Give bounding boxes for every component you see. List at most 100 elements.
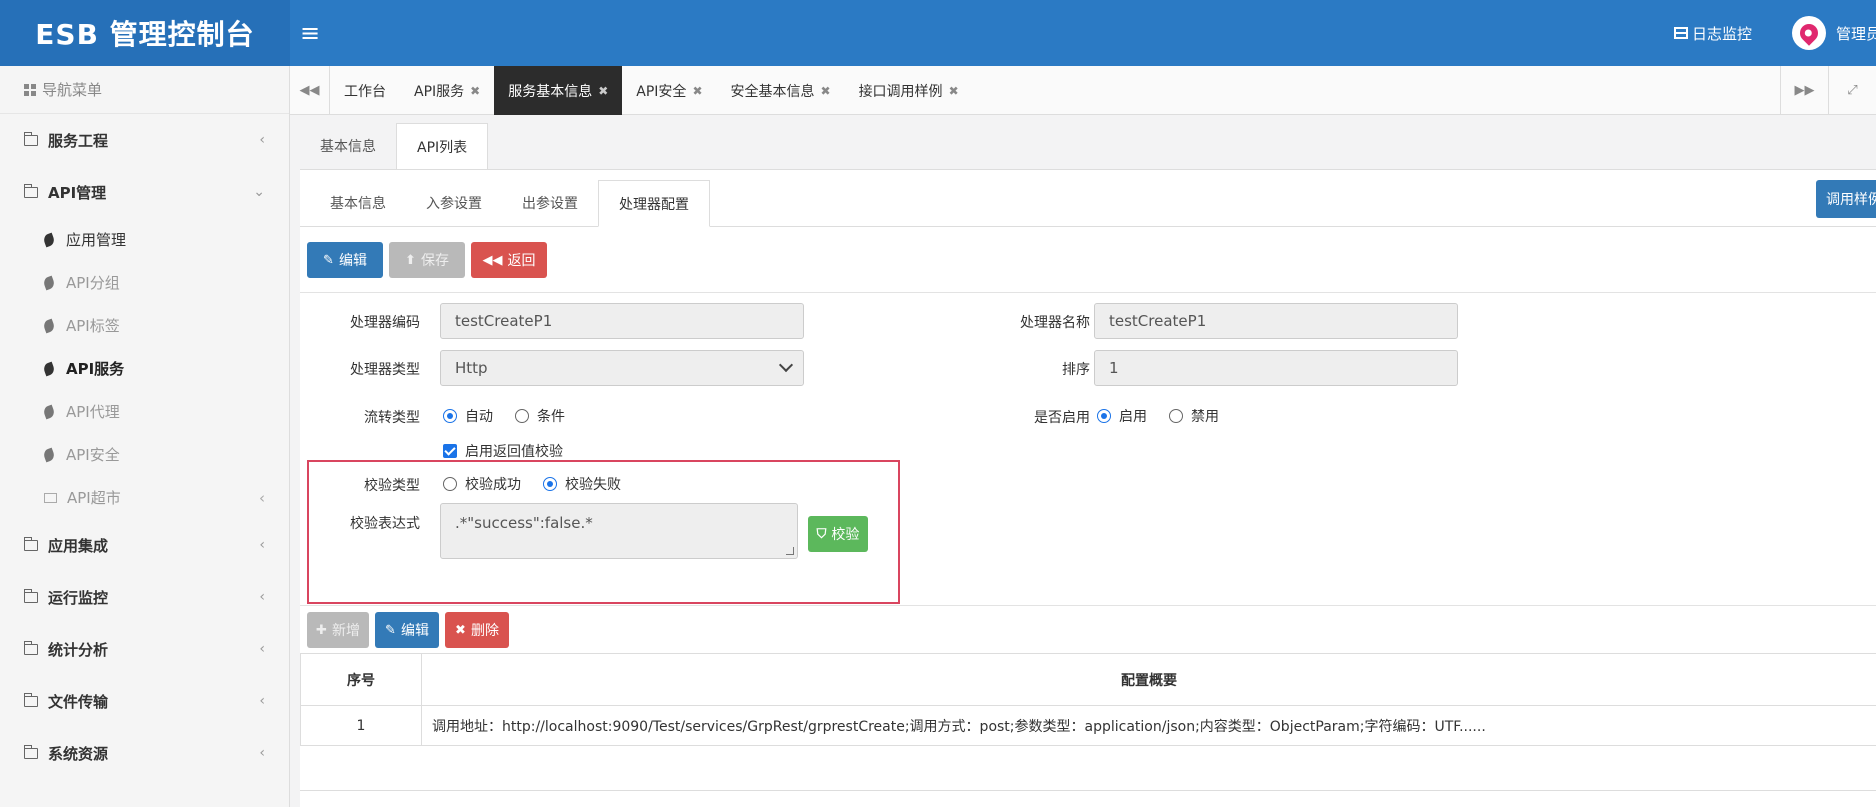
folder-icon bbox=[23, 131, 38, 146]
type-select[interactable]: Http bbox=[440, 350, 804, 386]
tab-scroll-left-icon[interactable]: ◀◀ bbox=[290, 66, 330, 115]
close-icon[interactable]: ✖ bbox=[598, 84, 608, 98]
upload-icon: ⬆ bbox=[405, 252, 416, 268]
delete-button[interactable]: ✖ 删除 bbox=[445, 612, 509, 648]
grid-icon bbox=[24, 83, 36, 96]
folder-icon bbox=[44, 492, 57, 503]
tab-api-security[interactable]: API安全 ✖ bbox=[622, 66, 716, 115]
type-label: 处理器类型 bbox=[350, 362, 420, 378]
add-label: 新增 bbox=[331, 623, 360, 639]
add-button[interactable]: ✚ 新增 bbox=[307, 612, 369, 648]
edit-icon: ✎ bbox=[385, 622, 396, 638]
menu-toggle-icon[interactable]: ≡ bbox=[300, 18, 320, 48]
main-content: 基本信息 API列表 基本信息 入参设置 出参设置 处理器配置 调用样例 ✎ 编辑… bbox=[290, 115, 1876, 807]
verify-label: 校验 bbox=[831, 527, 860, 543]
expr-textarea[interactable]: .*"success":false.* bbox=[440, 503, 798, 559]
folder-icon bbox=[23, 640, 38, 655]
verify-button[interactable]: ⛉ 校验 bbox=[808, 516, 868, 552]
table-row[interactable]: 1 调用地址：http://localhost:9090/Test/servic… bbox=[300, 706, 1876, 746]
leaf-icon bbox=[42, 232, 56, 247]
enable-off-radio[interactable] bbox=[1169, 409, 1183, 423]
close-icon[interactable]: ✖ bbox=[692, 84, 702, 98]
sidebar-sub-app-manage[interactable]: 应用管理 bbox=[0, 218, 289, 261]
fullscreen-icon[interactable]: ⤢ bbox=[1828, 66, 1876, 115]
tab-service-basic-info[interactable]: 服务基本信息 ✖ bbox=[494, 66, 623, 115]
tab-right-controls: ▶▶ ⤢ bbox=[1780, 66, 1876, 115]
tab-workbench[interactable]: 工作台 bbox=[330, 66, 400, 115]
folder-icon bbox=[23, 183, 38, 198]
edit-button[interactable]: ✎ 编辑 bbox=[307, 242, 383, 278]
sidebar-sub-api-proxy[interactable]: API代理 bbox=[0, 390, 289, 433]
tab-input-params[interactable]: 入参设置 bbox=[406, 180, 502, 226]
sidebar-sub-api-group[interactable]: API分组 bbox=[0, 261, 289, 304]
enable-on-radio[interactable] bbox=[1097, 409, 1111, 423]
sidebar-item-run-monitor[interactable]: 运行监控 ‹ bbox=[0, 571, 289, 623]
call-sample-button[interactable]: 调用样例 bbox=[1816, 180, 1876, 218]
name-field[interactable]: testCreateP1 bbox=[1094, 303, 1458, 339]
tab-call-sample[interactable]: 接口调用样例 ✖ bbox=[845, 66, 973, 115]
sidebar-item-api-manage[interactable]: API管理 ⌄ bbox=[0, 166, 289, 218]
check-fail-radio[interactable] bbox=[543, 477, 557, 491]
check-enable-row: 启用返回值校验 bbox=[443, 441, 563, 461]
sidebar-item-file-transfer[interactable]: 文件传输 ‹ bbox=[0, 675, 289, 727]
tab-inner-basic-info[interactable]: 基本信息 bbox=[310, 180, 406, 226]
tab-scroll-right-icon[interactable]: ▶▶ bbox=[1780, 66, 1828, 115]
close-icon[interactable]: ✖ bbox=[821, 84, 831, 98]
sidebar-sub-label: API标签 bbox=[66, 317, 120, 335]
expr-label: 校验表达式 bbox=[350, 516, 420, 532]
check-success-label: 校验成功 bbox=[465, 477, 521, 493]
chevron-left-icon: ‹ bbox=[259, 641, 265, 657]
chevron-left-icon: ‹ bbox=[259, 488, 265, 507]
back-button[interactable]: ◀◀ 返回 bbox=[471, 242, 547, 278]
tab-output-params[interactable]: 出参设置 bbox=[502, 180, 598, 226]
flow-auto-radio[interactable] bbox=[443, 409, 457, 423]
close-icon[interactable]: ✖ bbox=[470, 84, 480, 98]
chevron-left-icon: ‹ bbox=[259, 589, 265, 605]
check-success-radio[interactable] bbox=[443, 477, 457, 491]
sidebar-sub-api-security[interactable]: API安全 bbox=[0, 433, 289, 476]
sidebar-sub-api-service[interactable]: API服务 bbox=[0, 347, 289, 390]
pager bbox=[300, 790, 1876, 807]
admin-name[interactable]: 管理员 bbox=[1836, 23, 1876, 44]
col-no-header: 序号 bbox=[300, 654, 422, 705]
flow-cond-label: 条件 bbox=[537, 409, 565, 425]
edit-label: 编辑 bbox=[338, 253, 367, 269]
tab-security-basic-info[interactable]: 安全基本信息 ✖ bbox=[717, 66, 845, 115]
tab-api-list[interactable]: API列表 bbox=[396, 123, 489, 169]
table-edit-button[interactable]: ✎ 编辑 bbox=[375, 612, 439, 648]
sidebar-item-app-integration[interactable]: 应用集成 ‹ bbox=[0, 519, 289, 571]
avatar[interactable] bbox=[1792, 16, 1826, 50]
tab-api-service[interactable]: API服务 ✖ bbox=[400, 66, 494, 115]
flow-cond-radio[interactable] bbox=[515, 409, 529, 423]
sidebar-sub-label: API服务 bbox=[66, 360, 125, 378]
check-enable-checkbox[interactable] bbox=[443, 444, 457, 458]
tab-processor-config[interactable]: 处理器配置 bbox=[598, 180, 710, 227]
folder-icon bbox=[23, 692, 38, 707]
close-icon[interactable]: ✖ bbox=[949, 84, 959, 98]
tab-label: API安全 bbox=[636, 83, 687, 100]
sidebar-item-service-project[interactable]: 服务工程 ‹ bbox=[0, 114, 289, 166]
resize-handle-icon[interactable] bbox=[786, 547, 794, 555]
sidebar-sub-api-market[interactable]: API超市 ‹ bbox=[0, 476, 289, 519]
top-header: ESB 管理控制台 ≡ 日志监控 管理员 bbox=[0, 0, 1876, 66]
tab-basic-info[interactable]: 基本信息 bbox=[300, 123, 396, 169]
order-field[interactable]: 1 bbox=[1094, 350, 1458, 386]
enable-on-label: 启用 bbox=[1119, 409, 1147, 425]
sidebar-item-system-resource[interactable]: 系统资源 ‹ bbox=[0, 727, 289, 779]
plus-icon: ✚ bbox=[316, 622, 327, 638]
sidebar-sub-label: API代理 bbox=[66, 403, 120, 421]
enable-off-label: 禁用 bbox=[1191, 409, 1219, 425]
sidebar-item-statistics[interactable]: 统计分析 ‹ bbox=[0, 623, 289, 675]
code-field[interactable]: testCreateP1 bbox=[440, 303, 804, 339]
check-enable-label: 启用返回值校验 bbox=[465, 444, 563, 460]
leaf-icon bbox=[42, 361, 56, 376]
folder-icon bbox=[23, 744, 38, 759]
close-icon: ✖ bbox=[455, 622, 466, 638]
log-monitor-link[interactable]: 日志监控 bbox=[1673, 23, 1752, 44]
sidebar-sub-api-tag[interactable]: API标签 bbox=[0, 304, 289, 347]
nav-header-title: 导航菜单 bbox=[42, 81, 103, 99]
save-button[interactable]: ⬆ 保存 bbox=[389, 242, 465, 278]
table-edit-label: 编辑 bbox=[400, 623, 429, 639]
folder-icon bbox=[23, 536, 38, 551]
edit-icon: ✎ bbox=[323, 252, 334, 268]
